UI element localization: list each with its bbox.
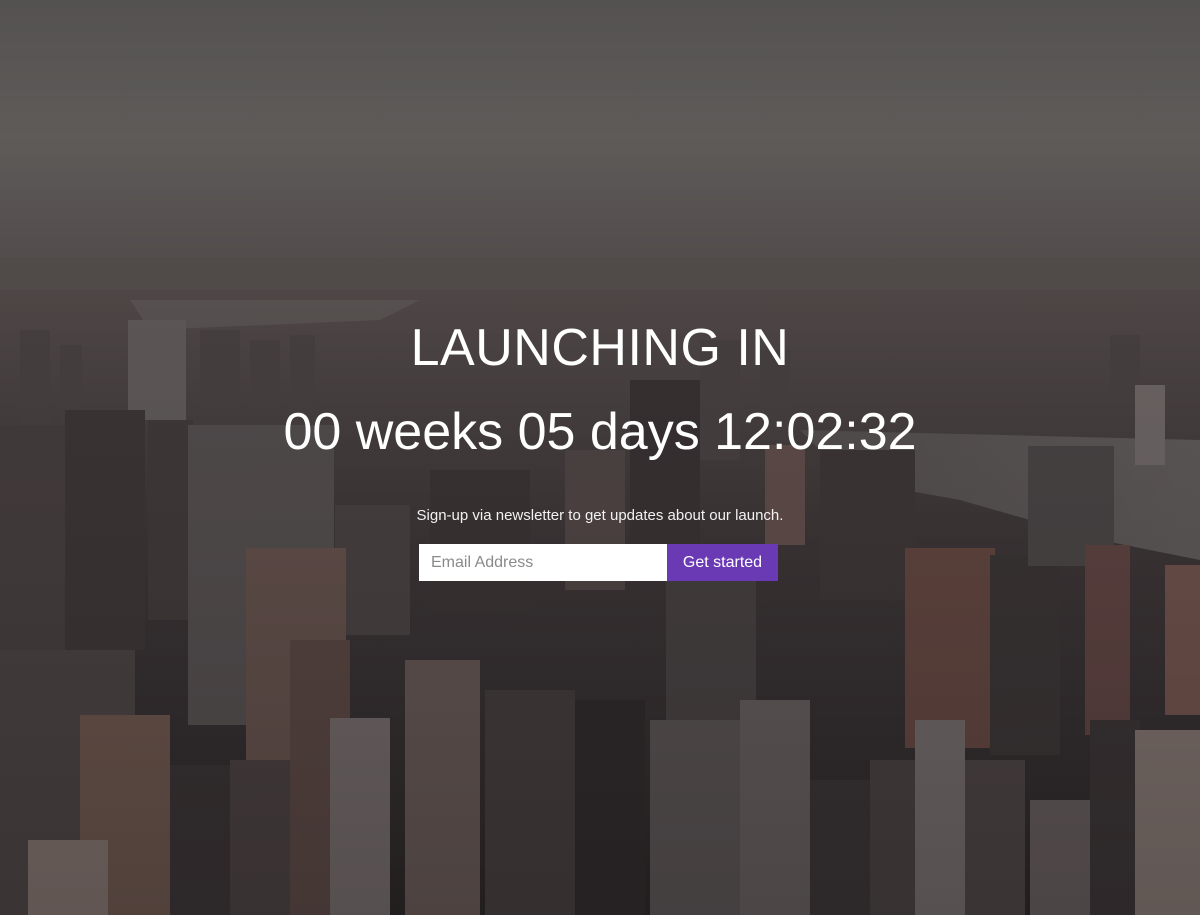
email-input[interactable] (419, 544, 667, 581)
newsletter-signup-form: Get started (419, 544, 778, 581)
get-started-button[interactable]: Get started (667, 544, 778, 581)
newsletter-tagline: Sign-up via newsletter to get updates ab… (416, 507, 784, 524)
countdown-timer: 00 weeks 05 days 12:02:32 (283, 403, 917, 461)
launch-headline: LAUNCHING IN (410, 319, 790, 377)
coming-soon-page: LAUNCHING IN 00 weeks 05 days 12:02:32 S… (0, 0, 1200, 915)
